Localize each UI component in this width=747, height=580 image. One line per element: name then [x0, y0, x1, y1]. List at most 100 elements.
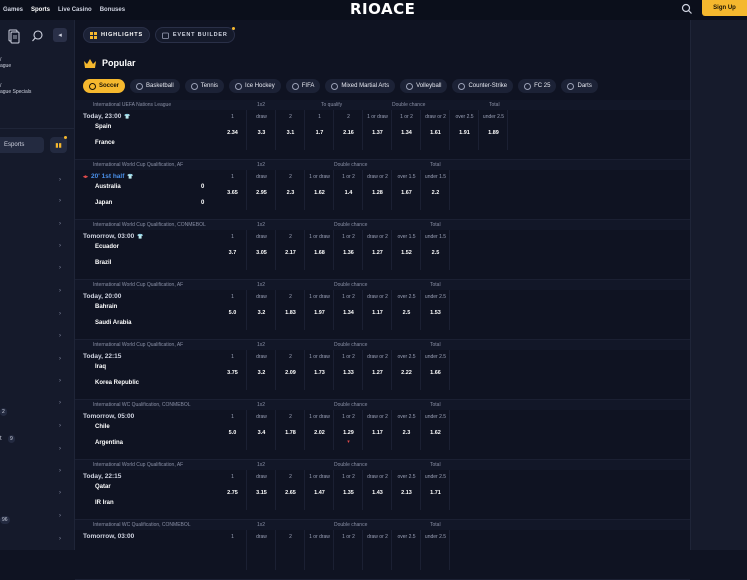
odds-button[interactable]: under 1.5 2.2	[422, 170, 450, 210]
odds-button[interactable]: 2 1.83	[277, 290, 305, 330]
odds-button[interactable]: draw or 2 1.27	[364, 350, 392, 390]
odds-button[interactable]: over 2.5 2.5	[393, 290, 421, 330]
away-team[interactable]: Argentina	[95, 440, 123, 446]
odds-button[interactable]: draw or 2 1.17	[364, 410, 392, 450]
odds-button[interactable]: under 2.5 1.89	[480, 110, 508, 150]
odds-button[interactable]: 1 2.34	[219, 110, 247, 150]
chevron-right-icon[interactable]: ›	[59, 468, 61, 474]
betslip-icon[interactable]	[6, 28, 22, 44]
chevron-right-icon[interactable]: ›	[59, 265, 61, 271]
odds-button[interactable]: over 2.5 1.91	[451, 110, 479, 150]
event-row[interactable]: International World Cup Qualification, A…	[75, 340, 690, 400]
league-name[interactable]: International World Cup Qualification, A…	[93, 342, 221, 348]
odds-button[interactable]: 1 or 2 1.4	[335, 170, 363, 210]
odds-button[interactable]: 2 2.65	[277, 470, 305, 510]
odds-button[interactable]: 2 2.17	[277, 230, 305, 270]
odds-button[interactable]: over 2.5	[393, 530, 421, 570]
odds-button[interactable]: over 2.5 2.13	[393, 470, 421, 510]
chevron-right-icon[interactable]: ›	[59, 333, 61, 339]
nav-games[interactable]: Games	[3, 7, 23, 13]
home-team[interactable]: Spain	[95, 124, 111, 130]
odds-button[interactable]: 1 or draw 2.02	[306, 410, 334, 450]
home-team[interactable]: Iraq	[95, 364, 106, 370]
odds-button[interactable]: 1 or 2 1.34	[393, 110, 421, 150]
odds-button[interactable]: 1 or draw 1.62	[306, 170, 334, 210]
home-team[interactable]: Qatar	[95, 484, 111, 490]
odds-button[interactable]: under 1.5 2.5	[422, 230, 450, 270]
chevron-right-icon[interactable]: ›	[59, 288, 61, 294]
chevron-right-icon[interactable]: ›	[59, 490, 61, 496]
odds-button[interactable]: 1 or 2 1.29 ▾	[335, 410, 363, 450]
chevron-right-icon[interactable]: ›	[59, 198, 61, 204]
league-name[interactable]: International World Cup Qualification, A…	[93, 162, 221, 168]
sport-darts[interactable]: Darts	[561, 79, 598, 93]
sport-fc25[interactable]: FC 25	[518, 79, 557, 93]
sidebar-item-league[interactable]: / ague	[0, 57, 11, 69]
tab-event-builder[interactable]: EVENT BUILDER	[154, 27, 235, 43]
search-icon[interactable]	[681, 3, 693, 15]
away-team[interactable]: Korea Republic	[95, 380, 139, 386]
odds-button[interactable]: 1 5.0	[219, 410, 247, 450]
sport-mma[interactable]: Mixed Martial Arts	[325, 79, 396, 93]
odds-button[interactable]: over 2.5 2.3	[393, 410, 421, 450]
odds-button[interactable]: 1 or 2 1.34	[335, 290, 363, 330]
odds-button[interactable]: under 2.5 1.62	[422, 410, 450, 450]
chevron-right-icon[interactable]: ›	[59, 423, 61, 429]
collapse-sidebar-button[interactable]: ◂	[53, 28, 67, 42]
odds-button[interactable]: 1	[219, 530, 247, 570]
chevron-right-icon[interactable]: ›	[59, 243, 61, 249]
chevron-right-icon[interactable]: ›	[59, 446, 61, 452]
nav-live-casino[interactable]: Live Casino	[58, 7, 92, 13]
league-name[interactable]: International World Cup Qualification, A…	[93, 282, 221, 288]
stats-icon[interactable]: ▮▮	[50, 137, 67, 153]
odds-button[interactable]: under 2.5 1.53	[422, 290, 450, 330]
event-row[interactable]: International World Cup Qualification, C…	[75, 220, 690, 280]
odds-button[interactable]: 1 2.75	[219, 470, 247, 510]
sport-basketball[interactable]: Basketball	[130, 79, 180, 93]
odds-button[interactable]: 2 2.16	[335, 110, 363, 150]
odds-button[interactable]: 1 5.0	[219, 290, 247, 330]
odds-button[interactable]: draw 3.15	[248, 470, 276, 510]
odds-button[interactable]: over 1.5 1.67	[393, 170, 421, 210]
nav-bonuses[interactable]: Bonuses	[100, 7, 125, 13]
odds-button[interactable]: 1 or 2 1.33	[335, 350, 363, 390]
sidebar-search-icon[interactable]	[30, 28, 46, 44]
chevron-right-icon[interactable]: ›	[59, 177, 61, 183]
home-team[interactable]: Bahrain	[95, 304, 117, 310]
odds-button[interactable]: 1 or draw 1.37	[364, 110, 392, 150]
odds-button[interactable]: draw or 2 1.17	[364, 290, 392, 330]
odds-button[interactable]: 1 or draw	[306, 530, 334, 570]
chevron-right-icon[interactable]: ›	[59, 311, 61, 317]
odds-button[interactable]: 1 or draw 1.73	[306, 350, 334, 390]
odds-button[interactable]: 1 3.65	[219, 170, 247, 210]
chevron-right-icon[interactable]: ›	[59, 356, 61, 362]
event-row[interactable]: International World Cup Qualification, A…	[75, 160, 690, 220]
home-team[interactable]: Ecuador	[95, 244, 119, 250]
away-team[interactable]: Saudi Arabia	[95, 320, 131, 326]
league-name[interactable]: International WC Qualification, CONMEBOL	[93, 522, 221, 528]
chevron-right-icon[interactable]: ›	[59, 221, 61, 227]
sport-fifa[interactable]: FIFA	[285, 79, 321, 93]
odds-button[interactable]: draw 2.95	[248, 170, 276, 210]
odds-button[interactable]: 2	[277, 530, 305, 570]
away-team[interactable]: Brazil	[95, 260, 111, 266]
home-team[interactable]: Australia	[95, 184, 121, 190]
event-row[interactable]: International WC Qualification, CONMEBOL…	[75, 400, 690, 460]
home-team[interactable]: Chile	[95, 424, 110, 430]
league-name[interactable]: International World Cup Qualification, A…	[93, 462, 221, 468]
away-team[interactable]: France	[95, 140, 115, 146]
odds-button[interactable]: draw 3.2	[248, 290, 276, 330]
sidebar-item-league-specials[interactable]: / ague Specials	[0, 83, 31, 95]
odds-button[interactable]: 1 or draw 1.97	[306, 290, 334, 330]
event-row[interactable]: International UEFA Nations League 1x2 To q…	[75, 100, 690, 160]
odds-button[interactable]: 1 or 2 1.36	[335, 230, 363, 270]
odds-button[interactable]: 2 1.78	[277, 410, 305, 450]
odds-button[interactable]: draw or 2 1.43	[364, 470, 392, 510]
chevron-right-icon[interactable]: ›	[59, 513, 61, 519]
odds-button[interactable]: 1 or draw 1.68	[306, 230, 334, 270]
odds-button[interactable]: 2 3.1	[277, 110, 305, 150]
sidebar-item-t[interactable]: t	[0, 436, 2, 442]
league-name[interactable]: International WC Qualification, CONMEBOL	[93, 402, 221, 408]
odds-button[interactable]: 1 or 2 1.35	[335, 470, 363, 510]
sport-soccer[interactable]: Soccer	[83, 79, 126, 93]
